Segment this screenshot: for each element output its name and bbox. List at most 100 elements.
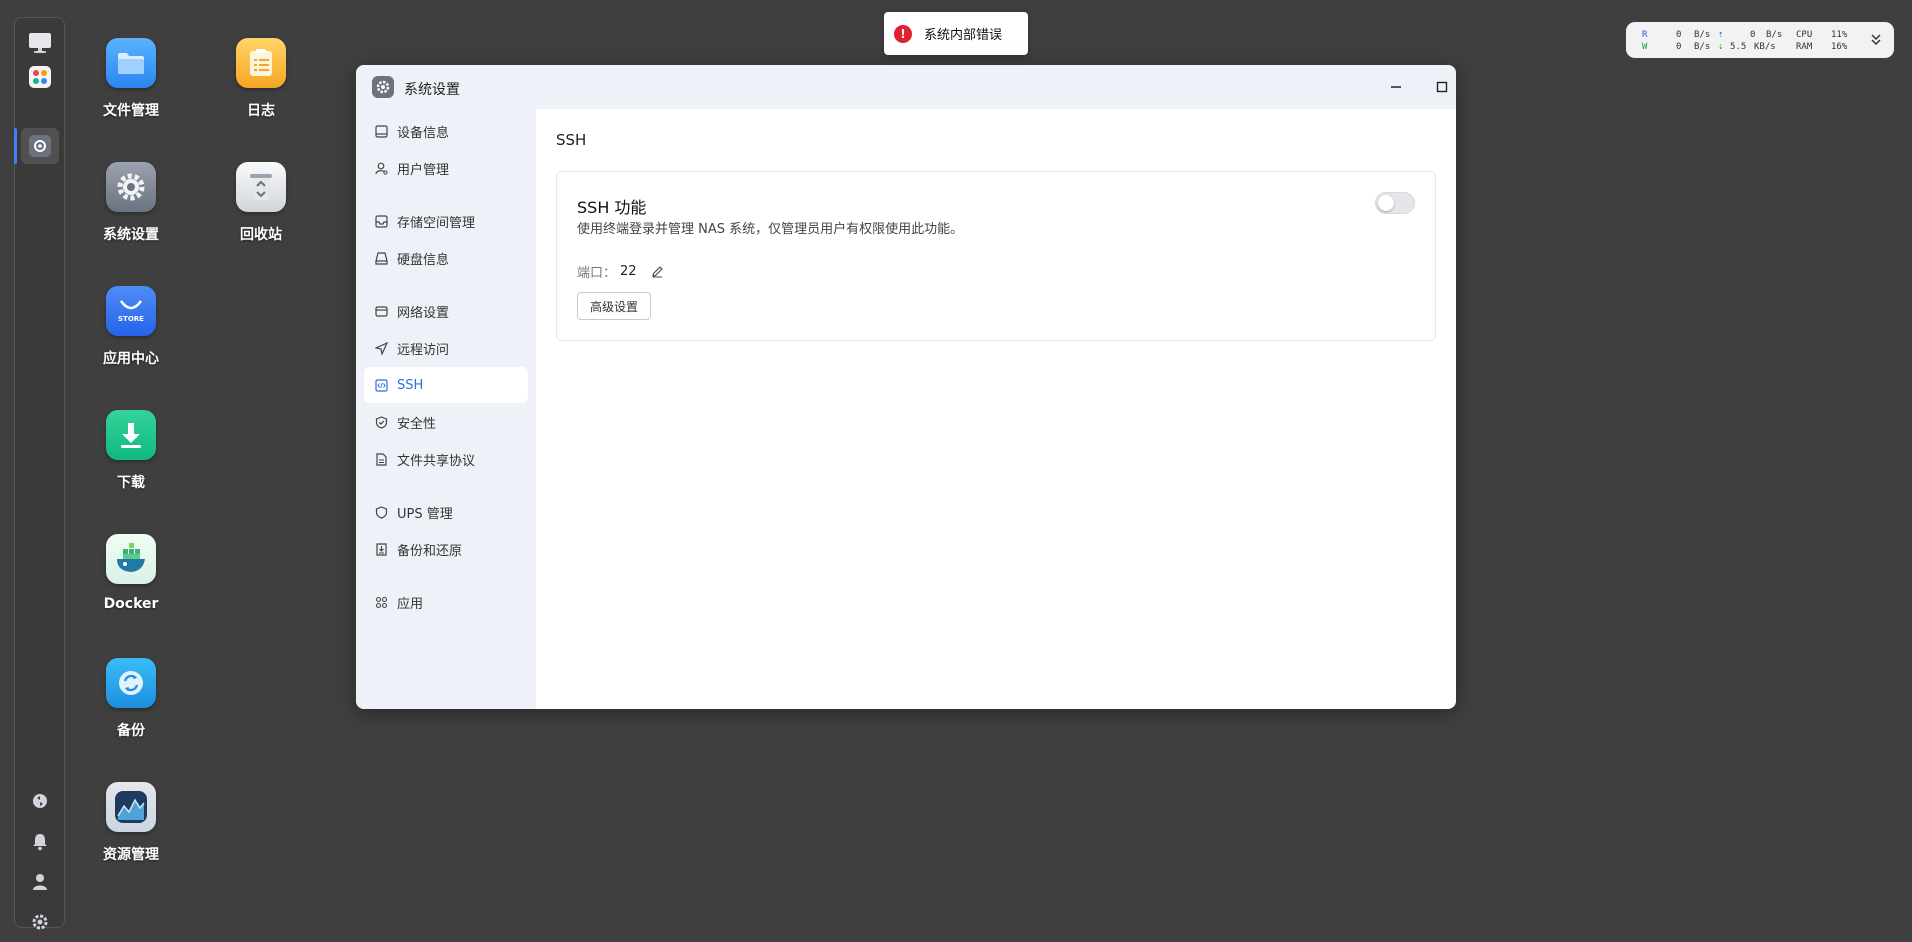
gear-icon[interactable]: [27, 909, 53, 935]
remote-icon: [374, 341, 388, 355]
advanced-settings-button[interactable]: 高级设置: [577, 292, 652, 320]
desktop-icon-label: Docker: [103, 596, 159, 612]
sidebar-item-remote-access[interactable]: 远程访问: [364, 330, 528, 366]
desktop-icon-resource-monitor[interactable]: 资源管理: [76, 782, 186, 864]
desktop-icon-backup[interactable]: 备份: [76, 658, 186, 740]
window-title: 系统设置: [404, 82, 460, 98]
sidebar-item-label: 备份和还原: [397, 543, 463, 559]
backup-sync-icon: [106, 658, 156, 708]
port-label: 端口：: [577, 266, 617, 281]
download-unit: KB/s: [1754, 42, 1776, 52]
toggle-knob: [1378, 195, 1394, 211]
write-label: W: [1642, 42, 1648, 52]
sidebar-item-label: SSH: [397, 377, 424, 393]
log-icon: [236, 38, 286, 88]
ups-icon: [374, 505, 388, 519]
folder-icon: [106, 38, 156, 88]
minimize-button[interactable]: [1384, 75, 1408, 99]
read-value: 0: [1676, 30, 1682, 40]
network-icon[interactable]: [27, 788, 53, 814]
sidebar-item-label: 用户管理: [397, 162, 450, 178]
sidebar-item-network[interactable]: 网络设置: [364, 293, 528, 329]
toast-message: 系统内部错误: [924, 28, 1003, 43]
cpu-value: 11%: [1831, 30, 1848, 40]
ssh-card-title: SSH 功能: [577, 198, 647, 217]
recycle-bin-icon: [236, 162, 286, 212]
settings-window: 系统设置 设备信息 用户管理 存储空间管理 硬盘信息 网络设置 远程访问 SSH…: [356, 65, 1456, 709]
disk-icon: [374, 251, 388, 265]
write-value: 0: [1676, 42, 1682, 52]
bell-icon[interactable]: [27, 829, 53, 855]
download-arrow-icon: ⇣: [1718, 42, 1724, 52]
desktop-icon-label: 资源管理: [103, 847, 159, 863]
apps-icon: [374, 595, 388, 609]
shield-check-icon: [374, 415, 388, 429]
sidebar-item-security[interactable]: 安全性: [364, 404, 528, 440]
system-stats-widget[interactable]: R W 0 B/s 0 B/s ⇡ ⇣ 0 B/s 5.5 KB/s CPU R…: [1626, 22, 1894, 58]
cpu-label: CPU: [1796, 30, 1813, 40]
user-manage-icon: [374, 161, 388, 175]
resource-monitor-icon: [106, 782, 156, 832]
settings-content: SSH SSH 功能 使用终端登录并管理 NAS 系统，仅管理员用户有权限使用此…: [536, 109, 1456, 709]
device-icon: [374, 124, 388, 138]
settings-app-icon: [372, 76, 394, 98]
settings-gear-icon: [106, 162, 156, 212]
desktop-icon-label: 备份: [117, 723, 145, 739]
backup-restore-icon: [374, 542, 388, 556]
sidebar-item-backup-restore[interactable]: 备份和还原: [364, 531, 528, 567]
ram-value: 16%: [1831, 42, 1848, 52]
desktop-icon-label: 日志: [247, 103, 275, 119]
download-icon: [106, 410, 156, 460]
ram-label: RAM: [1796, 42, 1813, 52]
ssh-toggle[interactable]: [1375, 192, 1415, 214]
write-unit: B/s: [1694, 42, 1711, 52]
sidebar-item-apps[interactable]: 应用: [364, 584, 528, 620]
desktop-icon-docker[interactable]: Docker: [76, 534, 186, 612]
user-icon[interactable]: [27, 869, 53, 895]
window-titlebar[interactable]: 系统设置: [356, 65, 1456, 109]
error-icon: !: [894, 24, 912, 43]
dock: [14, 17, 65, 930]
storage-icon: [374, 214, 388, 228]
chevron-double-down-icon[interactable]: [1870, 32, 1882, 49]
upload-value: 0: [1750, 30, 1756, 40]
edit-pencil-icon[interactable]: [651, 265, 664, 278]
docker-icon: [106, 534, 156, 584]
sidebar-item-label: 应用: [397, 596, 424, 612]
desktop-icon-label: 应用中心: [103, 351, 159, 367]
sidebar-item-label: 存储空间管理: [397, 215, 476, 231]
file-share-icon: [374, 452, 388, 466]
sidebar-item-label: 安全性: [397, 416, 437, 432]
port-value: 22: [620, 264, 637, 279]
sidebar-item-label: 设备信息: [397, 125, 450, 141]
monitor-icon[interactable]: [27, 30, 53, 56]
sidebar-item-label: UPS 管理: [397, 506, 453, 522]
upload-unit: B/s: [1766, 30, 1783, 40]
sidebar-item-label: 文件共享协议: [397, 453, 476, 469]
sidebar-item-ssh[interactable]: SSH: [364, 367, 528, 403]
desktop-icon-download[interactable]: 下载: [76, 410, 186, 492]
desktop-icon-file-manager[interactable]: 文件管理: [76, 38, 186, 120]
sidebar-item-ups[interactable]: UPS 管理: [364, 494, 528, 530]
desktop-icon-system-settings[interactable]: 系统设置: [76, 162, 186, 244]
app-grid-icon[interactable]: [27, 64, 53, 90]
sidebar-item-file-sharing[interactable]: 文件共享协议: [364, 441, 528, 477]
sidebar-item-device-info[interactable]: 设备信息: [364, 113, 528, 149]
desktop-icon-app-center[interactable]: STORE 应用中心: [76, 286, 186, 368]
sidebar-item-label: 网络设置: [397, 305, 450, 321]
page-title: SSH: [556, 131, 587, 149]
download-value: 5.5: [1730, 42, 1747, 52]
desktop-icon-recycle-bin[interactable]: 回收站: [206, 162, 316, 244]
sidebar-item-label: 硬盘信息: [397, 252, 450, 268]
sidebar-item-storage[interactable]: 存储空间管理: [364, 203, 528, 239]
ssh-settings-card: SSH 功能 使用终端登录并管理 NAS 系统，仅管理员用户有权限使用此功能。 …: [556, 171, 1436, 341]
desktop-icon-logs[interactable]: 日志: [206, 38, 316, 120]
sidebar-item-user-management[interactable]: 用户管理: [364, 150, 528, 186]
ssh-card-description: 使用终端登录并管理 NAS 系统，仅管理员用户有权限使用此功能。: [577, 222, 964, 237]
maximize-button[interactable]: [1430, 75, 1454, 99]
sidebar-item-disk-info[interactable]: 硬盘信息: [364, 240, 528, 276]
settings-icon[interactable]: [27, 133, 53, 159]
ssh-port-row: 端口： 22: [577, 262, 664, 281]
network-settings-icon: [374, 304, 388, 318]
store-bag-icon: STORE: [106, 286, 156, 336]
